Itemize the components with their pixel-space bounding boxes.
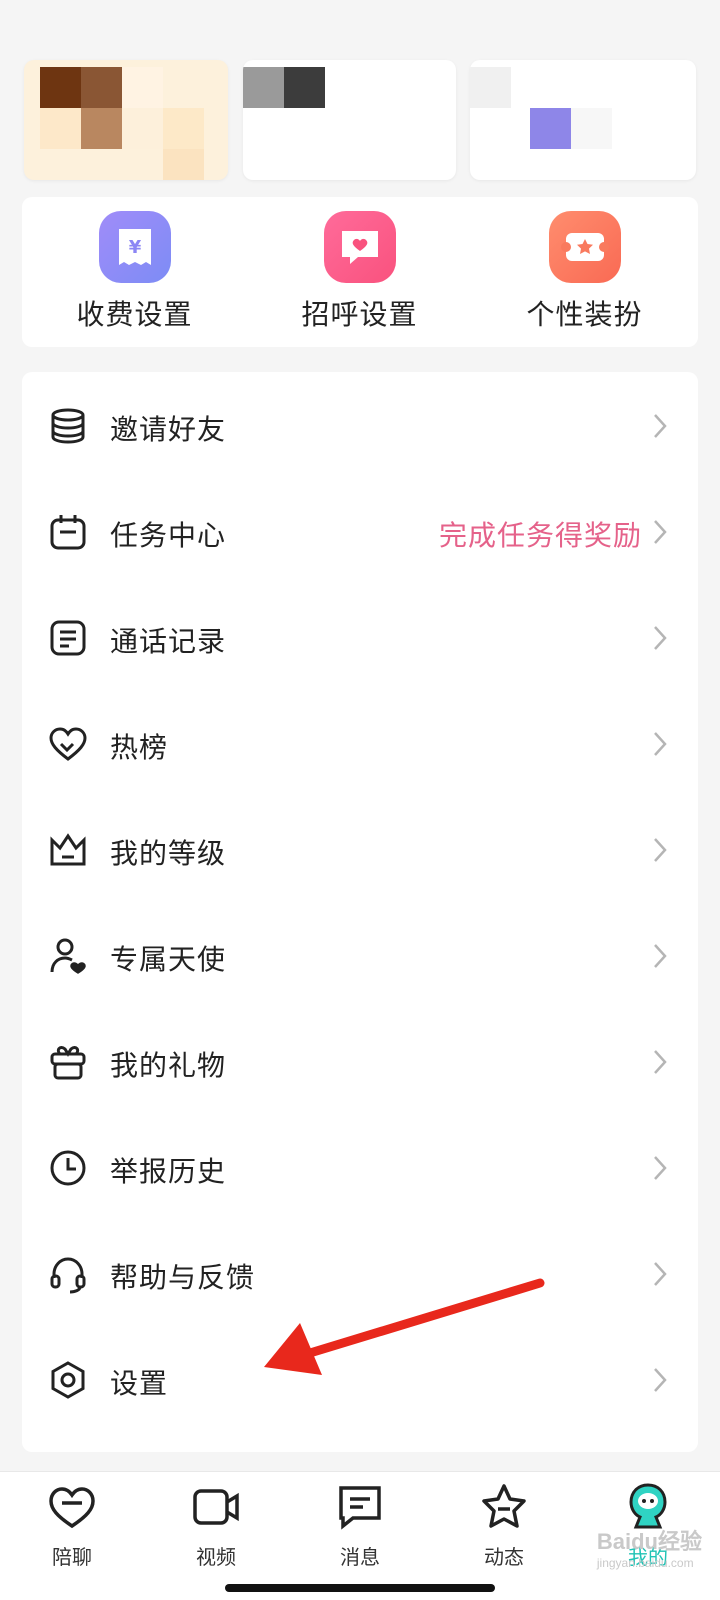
star-icon bbox=[482, 1484, 526, 1528]
menu-item-label: 任务中心 bbox=[110, 520, 227, 551]
chevron-right-icon bbox=[654, 1262, 667, 1286]
menu-item-invite-friends[interactable]: 邀请好友 bbox=[22, 372, 698, 480]
quick-action-personal-dressup[interactable]: 个性装扮 bbox=[472, 211, 697, 331]
calendar-icon bbox=[50, 515, 86, 550]
tab-label: 消息 bbox=[340, 1547, 380, 1569]
video-camera-icon bbox=[193, 1489, 239, 1525]
quick-action-label: 个性装扮 bbox=[526, 299, 643, 330]
svg-text:¥: ¥ bbox=[128, 237, 141, 258]
quick-action-label: 招呼设置 bbox=[301, 299, 418, 330]
chevron-right-icon bbox=[654, 838, 667, 862]
message-icon bbox=[339, 1486, 381, 1530]
chevron-right-icon bbox=[654, 520, 667, 544]
tab-messages[interactable]: 消息 bbox=[288, 1482, 432, 1582]
quick-actions-card: ¥ 收费设置 招呼设置 个性装扮 bbox=[22, 197, 698, 347]
quick-action-label: 收费设置 bbox=[76, 299, 193, 330]
menu-item-my-level[interactable]: 我的等级 bbox=[22, 796, 698, 904]
coins-icon bbox=[51, 408, 85, 444]
tab-moments[interactable]: 动态 bbox=[432, 1482, 576, 1582]
tab-label: 视频 bbox=[196, 1547, 236, 1569]
menu-item-label: 举报历史 bbox=[110, 1156, 227, 1187]
top-summary-cards bbox=[24, 60, 696, 180]
chevron-right-icon bbox=[654, 414, 667, 438]
gift-icon bbox=[50, 1046, 86, 1080]
user-heart-icon bbox=[50, 938, 86, 974]
menu-item-label: 设置 bbox=[110, 1368, 169, 1399]
menu-item-label: 我的等级 bbox=[110, 838, 227, 869]
menu-item-my-gifts[interactable]: 我的礼物 bbox=[22, 1008, 698, 1116]
chevron-right-icon bbox=[654, 626, 667, 650]
tab-label: 动态 bbox=[484, 1547, 524, 1569]
fee-settings-icon: ¥ bbox=[98, 211, 171, 283]
quick-action-greeting-settings[interactable]: 招呼设置 bbox=[247, 211, 472, 331]
pixelated-card-right[interactable] bbox=[470, 60, 696, 180]
chevron-right-icon bbox=[654, 1156, 667, 1180]
menu-item-label: 邀请好友 bbox=[110, 414, 227, 445]
home-indicator[interactable] bbox=[225, 1584, 495, 1592]
headset-icon bbox=[50, 1257, 86, 1294]
menu-item-task-center[interactable]: 任务中心 完成任务得奖励 bbox=[22, 478, 698, 586]
crown-icon bbox=[50, 833, 86, 866]
tab-chat[interactable]: 陪聊 bbox=[0, 1482, 144, 1582]
clock-icon bbox=[50, 1150, 86, 1186]
document-icon bbox=[50, 620, 86, 656]
menu-item-label: 我的礼物 bbox=[110, 1050, 227, 1081]
bottom-tab-bar: 陪聊 视频 消息 动态 我的 Baidu经验 jingyan.baidu.com bbox=[0, 1471, 720, 1600]
menu-item-label: 专属天使 bbox=[110, 944, 227, 975]
menu-item-label: 帮助与反馈 bbox=[110, 1262, 256, 1293]
menu-item-report-history[interactable]: 举报历史 bbox=[22, 1114, 698, 1222]
menu-item-hot-list[interactable]: 热榜 bbox=[22, 690, 698, 798]
chevron-right-icon bbox=[654, 732, 667, 756]
greeting-settings-icon bbox=[323, 211, 396, 283]
annotation-arrow-icon bbox=[264, 1278, 545, 1375]
tab-label: 陪聊 bbox=[52, 1547, 92, 1569]
baidu-watermark: Baidu经验 jingyan.baidu.com bbox=[596, 1529, 702, 1570]
heart-icon bbox=[49, 727, 87, 761]
menu-item-label: 通话记录 bbox=[110, 626, 227, 657]
settings-hexagon-icon bbox=[51, 1361, 85, 1399]
menu-item-label: 热榜 bbox=[110, 732, 169, 763]
menu-item-call-records[interactable]: 通话记录 bbox=[22, 584, 698, 692]
quick-action-fee-settings[interactable]: ¥ 收费设置 bbox=[22, 211, 247, 331]
chevron-right-icon bbox=[654, 944, 667, 968]
chevron-right-icon bbox=[654, 1368, 667, 1392]
personal-dressup-icon bbox=[548, 211, 621, 283]
heart-chat-icon bbox=[49, 1487, 95, 1529]
pixelated-card-left[interactable] bbox=[24, 60, 228, 180]
pixelated-card-middle[interactable] bbox=[243, 60, 456, 180]
chevron-right-icon bbox=[654, 1050, 667, 1074]
menu-item-exclusive-angel[interactable]: 专属天使 bbox=[22, 902, 698, 1010]
task-reward-hint: 完成任务得奖励 bbox=[438, 520, 642, 551]
tab-video[interactable]: 视频 bbox=[144, 1482, 288, 1582]
